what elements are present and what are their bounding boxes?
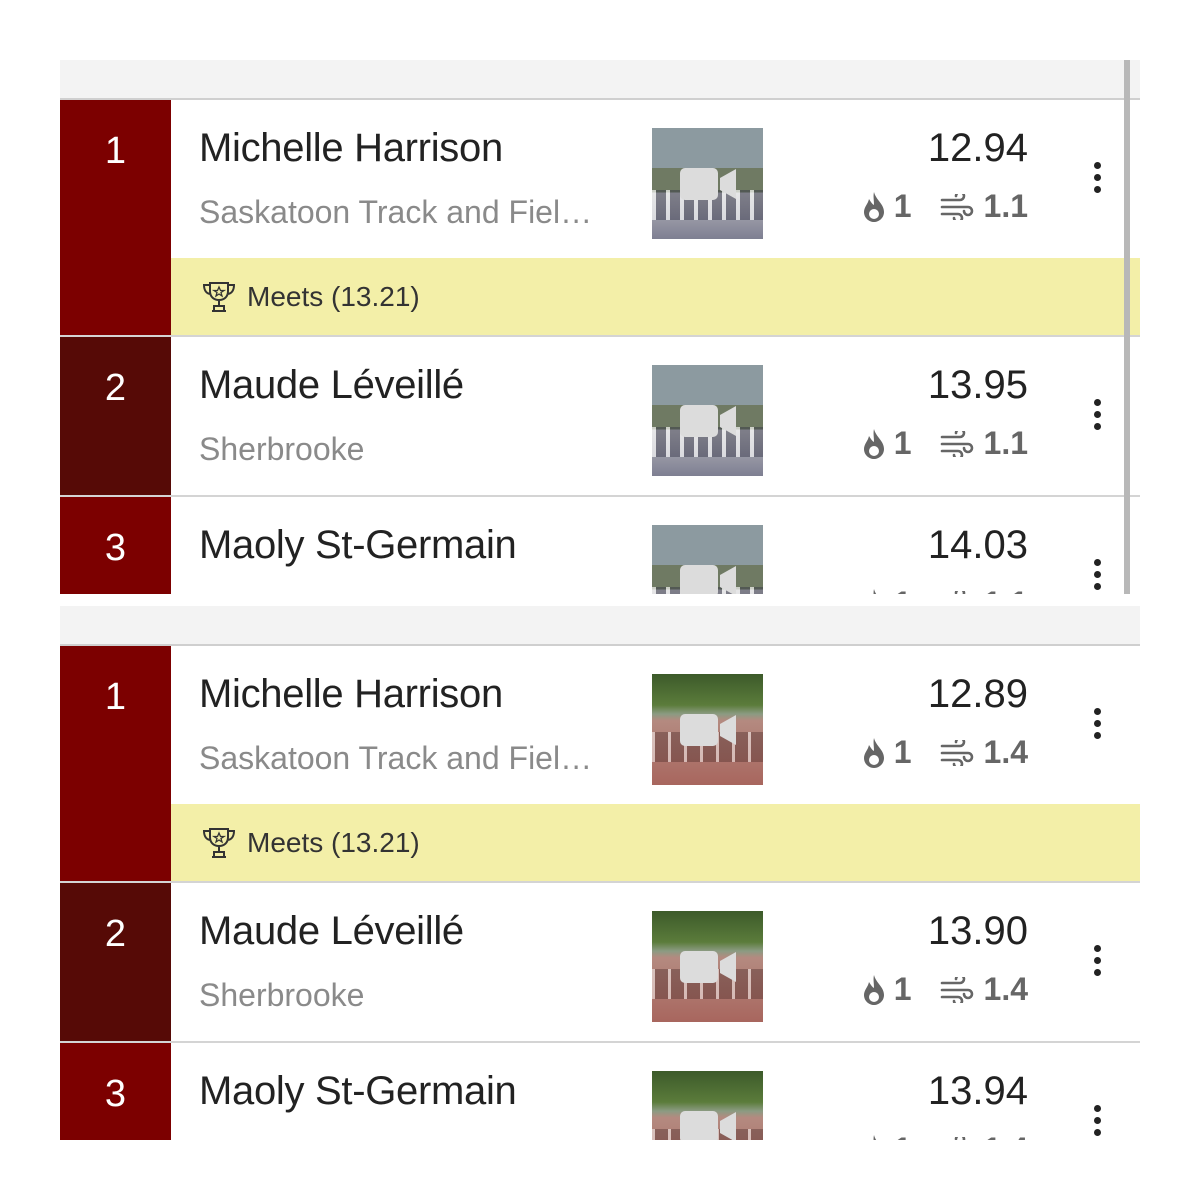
heat-number: 1 (893, 425, 912, 461)
result-row[interactable]: 1 Michelle Harrison Saskatoon Track and … (60, 646, 1140, 883)
heat-number: 1 (894, 585, 912, 594)
athlete-club: Sherbrooke (199, 977, 365, 1013)
video-camera-icon (680, 405, 736, 437)
flame-icon (863, 191, 884, 222)
wind-reading: 1.1 (983, 425, 1028, 461)
video-thumbnail[interactable] (652, 365, 763, 476)
result-time: 13.95 (927, 363, 1028, 407)
rank-badge: 1 (60, 100, 171, 335)
flame-icon (863, 428, 884, 459)
video-thumbnail[interactable] (652, 128, 763, 239)
video-camera-icon (680, 565, 736, 594)
video-camera-icon (680, 168, 736, 200)
video-camera-icon (680, 951, 736, 983)
result-time: 12.89 (927, 672, 1028, 716)
result-row[interactable]: 1 Michelle Harrison Saskatoon Track and … (60, 100, 1140, 337)
video-camera-icon (680, 1111, 736, 1140)
athlete-club: Saskatoon Track and Fiel… (199, 740, 593, 776)
results-panel-top: 1 Michelle Harrison Saskatoon Track and … (60, 60, 1140, 594)
wind-reading: 1.4 (983, 734, 1028, 770)
wind-reading: 1.4 (983, 971, 1028, 1007)
athlete-name[interactable]: Maoly St-Germain (199, 523, 517, 568)
more-vertical-icon[interactable] (1094, 559, 1102, 594)
rank-badge: 1 (60, 646, 171, 881)
rank-badge: 3 (60, 1043, 171, 1140)
flame-icon (873, 588, 877, 594)
athlete-club: Sherbrooke (199, 431, 365, 467)
result-time: 13.90 (927, 909, 1028, 953)
trophy-icon (202, 281, 236, 312)
wind-icon (954, 1136, 965, 1140)
athlete-name[interactable]: Michelle Harrison (199, 126, 503, 171)
heat-number: 1 (893, 734, 912, 770)
results-header (60, 606, 1140, 646)
flame-icon (873, 1134, 877, 1140)
flame-icon (863, 974, 884, 1005)
scrollbar[interactable] (1124, 60, 1130, 594)
athlete-name[interactable]: Michelle Harrison (199, 672, 503, 717)
heat-number: 1 (893, 971, 912, 1007)
standard-label: Meets (13.21) (247, 826, 420, 858)
result-time: 14.03 (927, 523, 1028, 567)
wind-reading: 1.1 (984, 585, 1028, 594)
video-thumbnail[interactable] (652, 1071, 763, 1140)
more-vertical-icon[interactable] (1094, 1105, 1102, 1140)
result-time: 13.94 (927, 1069, 1028, 1113)
result-row[interactable]: 3 Maoly St-Germain 14.03 1 1.1 (60, 497, 1140, 594)
video-thumbnail[interactable] (652, 674, 763, 785)
standard-label: Meets (13.21) (247, 280, 420, 312)
wind-reading: 1.4 (984, 1131, 1028, 1140)
flame-icon (863, 737, 884, 768)
more-vertical-icon[interactable] (1094, 708, 1102, 744)
wind-icon (954, 590, 965, 594)
video-camera-icon (680, 714, 736, 746)
athlete-name[interactable]: Maude Léveillé (199, 363, 464, 408)
result-row[interactable]: 2 Maude Léveillé Sherbrooke 13.90 1 1.4 (60, 883, 1140, 1043)
rank-badge: 3 (60, 497, 171, 594)
result-time: 12.94 (927, 126, 1028, 170)
athlete-club: Saskatoon Track and Fiel… (199, 194, 593, 230)
rank-badge: 2 (60, 337, 171, 495)
trophy-icon (202, 827, 236, 858)
video-thumbnail[interactable] (652, 525, 763, 594)
result-row[interactable]: 3 Maoly St-Germain 13.94 1 1.4 (60, 1043, 1140, 1140)
wind-icon (940, 739, 973, 766)
result-row[interactable]: 2 Maude Léveillé Sherbrooke 13.95 1 1.1 (60, 337, 1140, 497)
results-header (60, 60, 1140, 100)
wind-reading: 1.1 (983, 188, 1028, 224)
heat-number: 1 (893, 188, 912, 224)
standard-banner: Meets (13.21) (171, 258, 1140, 335)
video-thumbnail[interactable] (652, 911, 763, 1022)
wind-icon (940, 976, 973, 1003)
wind-icon (940, 430, 973, 457)
rank-badge: 2 (60, 883, 171, 1041)
athlete-name[interactable]: Maude Léveillé (199, 909, 464, 954)
standard-banner: Meets (13.21) (171, 804, 1140, 881)
athlete-name[interactable]: Maoly St-Germain (199, 1069, 517, 1114)
more-vertical-icon[interactable] (1094, 399, 1102, 435)
more-vertical-icon[interactable] (1094, 162, 1102, 198)
heat-number: 1 (894, 1131, 912, 1140)
wind-icon (940, 193, 973, 220)
more-vertical-icon[interactable] (1094, 945, 1102, 981)
results-panel-bottom: 1 Michelle Harrison Saskatoon Track and … (60, 606, 1140, 1140)
